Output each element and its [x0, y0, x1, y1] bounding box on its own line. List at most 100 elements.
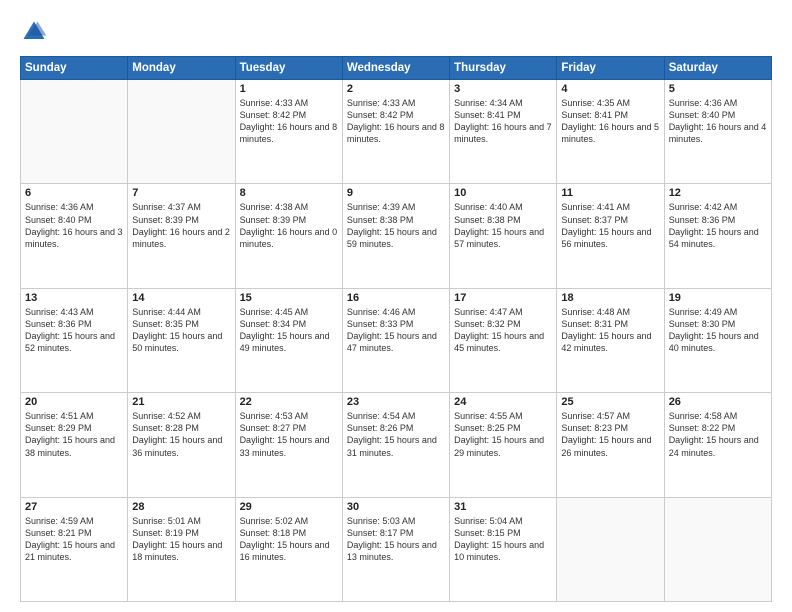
day-info: Sunrise: 4:33 AM Sunset: 8:42 PM Dayligh…: [240, 97, 338, 146]
day-info: Sunrise: 4:39 AM Sunset: 8:38 PM Dayligh…: [347, 201, 445, 250]
day-info: Sunrise: 4:48 AM Sunset: 8:31 PM Dayligh…: [561, 306, 659, 355]
day-number: 26: [669, 396, 767, 408]
day-info: Sunrise: 4:52 AM Sunset: 8:28 PM Dayligh…: [132, 410, 230, 459]
calendar-cell: 6 Sunrise: 4:36 AM Sunset: 8:40 PM Daylig…: [21, 184, 128, 288]
day-number: 19: [669, 292, 767, 304]
calendar-cell: 16 Sunrise: 4:46 AM Sunset: 8:33 PM Dayli…: [342, 288, 449, 392]
calendar-cell: [557, 497, 664, 601]
day-number: 11: [561, 187, 659, 199]
calendar-cell: 21 Sunrise: 4:52 AM Sunset: 8:28 PM Dayli…: [128, 393, 235, 497]
calendar-cell: 20 Sunrise: 4:51 AM Sunset: 8:29 PM Dayli…: [21, 393, 128, 497]
weekday-header-saturday: Saturday: [664, 57, 771, 80]
day-info: Sunrise: 4:55 AM Sunset: 8:25 PM Dayligh…: [454, 410, 552, 459]
day-info: Sunrise: 4:36 AM Sunset: 8:40 PM Dayligh…: [25, 201, 123, 250]
weekday-header-sunday: Sunday: [21, 57, 128, 80]
day-number: 15: [240, 292, 338, 304]
day-info: Sunrise: 4:38 AM Sunset: 8:39 PM Dayligh…: [240, 201, 338, 250]
day-info: Sunrise: 5:04 AM Sunset: 8:15 PM Dayligh…: [454, 515, 552, 564]
calendar-cell: 3 Sunrise: 4:34 AM Sunset: 8:41 PM Daylig…: [450, 80, 557, 184]
calendar-cell: 7 Sunrise: 4:37 AM Sunset: 8:39 PM Daylig…: [128, 184, 235, 288]
calendar-cell: [128, 80, 235, 184]
day-info: Sunrise: 4:41 AM Sunset: 8:37 PM Dayligh…: [561, 201, 659, 250]
day-info: Sunrise: 4:33 AM Sunset: 8:42 PM Dayligh…: [347, 97, 445, 146]
page: SundayMondayTuesdayWednesdayThursdayFrid…: [0, 0, 792, 612]
calendar-cell: 25 Sunrise: 4:57 AM Sunset: 8:23 PM Dayli…: [557, 393, 664, 497]
day-info: Sunrise: 4:40 AM Sunset: 8:38 PM Dayligh…: [454, 201, 552, 250]
day-info: Sunrise: 5:02 AM Sunset: 8:18 PM Dayligh…: [240, 515, 338, 564]
calendar-cell: 23 Sunrise: 4:54 AM Sunset: 8:26 PM Dayli…: [342, 393, 449, 497]
day-info: Sunrise: 4:49 AM Sunset: 8:30 PM Dayligh…: [669, 306, 767, 355]
calendar-header: SundayMondayTuesdayWednesdayThursdayFrid…: [21, 57, 772, 80]
day-number: 23: [347, 396, 445, 408]
day-number: 20: [25, 396, 123, 408]
day-info: Sunrise: 4:47 AM Sunset: 8:32 PM Dayligh…: [454, 306, 552, 355]
calendar-cell: 1 Sunrise: 4:33 AM Sunset: 8:42 PM Daylig…: [235, 80, 342, 184]
day-number: 25: [561, 396, 659, 408]
calendar-cell: 13Sunrise: 4:43 AM Sunset: 8:36 PM Dayli…: [21, 288, 128, 392]
day-number: 18: [561, 292, 659, 304]
day-number: 30: [347, 501, 445, 513]
calendar-cell: 24 Sunrise: 4:55 AM Sunset: 8:25 PM Dayli…: [450, 393, 557, 497]
calendar-cell: 2Sunrise: 4:33 AM Sunset: 8:42 PM Daylig…: [342, 80, 449, 184]
day-info: Sunrise: 5:03 AM Sunset: 8:17 PM Dayligh…: [347, 515, 445, 564]
day-info: Sunrise: 4:54 AM Sunset: 8:26 PM Dayligh…: [347, 410, 445, 459]
calendar-cell: 12 Sunrise: 4:42 AM Sunset: 8:36 PM Dayli…: [664, 184, 771, 288]
calendar-week-3: 20 Sunrise: 4:51 AM Sunset: 8:29 PM Dayli…: [21, 393, 772, 497]
day-number: 17: [454, 292, 552, 304]
day-number: 1: [240, 83, 338, 95]
calendar-cell: 11 Sunrise: 4:41 AM Sunset: 8:37 PM Dayli…: [557, 184, 664, 288]
calendar-table: SundayMondayTuesdayWednesdayThursdayFrid…: [20, 56, 772, 602]
day-info: Sunrise: 4:35 AM Sunset: 8:41 PM Dayligh…: [561, 97, 659, 146]
day-number: 9: [347, 187, 445, 199]
calendar-week-4: 27 Sunrise: 4:59 AM Sunset: 8:21 PM Dayli…: [21, 497, 772, 601]
day-number: 21: [132, 396, 230, 408]
day-number: 16: [347, 292, 445, 304]
header: [20, 18, 772, 46]
calendar-cell: 15 Sunrise: 4:45 AM Sunset: 8:34 PM Dayli…: [235, 288, 342, 392]
day-info: Sunrise: 4:45 AM Sunset: 8:34 PM Dayligh…: [240, 306, 338, 355]
day-number: 4: [561, 83, 659, 95]
weekday-header-wednesday: Wednesday: [342, 57, 449, 80]
day-number: 28: [132, 501, 230, 513]
calendar-week-1: 6 Sunrise: 4:36 AM Sunset: 8:40 PM Daylig…: [21, 184, 772, 288]
day-info: Sunrise: 4:42 AM Sunset: 8:36 PM Dayligh…: [669, 201, 767, 250]
day-info: Sunrise: 4:57 AM Sunset: 8:23 PM Dayligh…: [561, 410, 659, 459]
calendar-cell: [21, 80, 128, 184]
day-number: 12: [669, 187, 767, 199]
calendar-cell: 17 Sunrise: 4:47 AM Sunset: 8:32 PM Dayli…: [450, 288, 557, 392]
weekday-header-thursday: Thursday: [450, 57, 557, 80]
day-info: Sunrise: 5:01 AM Sunset: 8:19 PM Dayligh…: [132, 515, 230, 564]
weekday-header-monday: Monday: [128, 57, 235, 80]
day-number: 7: [132, 187, 230, 199]
calendar-cell: 31Sunrise: 5:04 AM Sunset: 8:15 PM Dayli…: [450, 497, 557, 601]
logo: [20, 18, 52, 46]
day-info: Sunrise: 4:46 AM Sunset: 8:33 PM Dayligh…: [347, 306, 445, 355]
day-number: 8: [240, 187, 338, 199]
calendar-cell: [664, 497, 771, 601]
day-info: Sunrise: 4:59 AM Sunset: 8:21 PM Dayligh…: [25, 515, 123, 564]
day-number: 27: [25, 501, 123, 513]
day-info: Sunrise: 4:58 AM Sunset: 8:22 PM Dayligh…: [669, 410, 767, 459]
day-info: Sunrise: 4:37 AM Sunset: 8:39 PM Dayligh…: [132, 201, 230, 250]
day-number: 13: [25, 292, 123, 304]
day-number: 5: [669, 83, 767, 95]
calendar-cell: 30 Sunrise: 5:03 AM Sunset: 8:17 PM Dayli…: [342, 497, 449, 601]
calendar-cell: 5Sunrise: 4:36 AM Sunset: 8:40 PM Daylig…: [664, 80, 771, 184]
weekday-header-tuesday: Tuesday: [235, 57, 342, 80]
day-number: 29: [240, 501, 338, 513]
day-info: Sunrise: 4:53 AM Sunset: 8:27 PM Dayligh…: [240, 410, 338, 459]
calendar-cell: 10 Sunrise: 4:40 AM Sunset: 8:38 PM Dayli…: [450, 184, 557, 288]
calendar-body: 1 Sunrise: 4:33 AM Sunset: 8:42 PM Daylig…: [21, 80, 772, 602]
calendar-cell: 19 Sunrise: 4:49 AM Sunset: 8:30 PM Dayli…: [664, 288, 771, 392]
day-number: 10: [454, 187, 552, 199]
day-number: 6: [25, 187, 123, 199]
day-number: 3: [454, 83, 552, 95]
calendar-cell: 22Sunrise: 4:53 AM Sunset: 8:27 PM Dayli…: [235, 393, 342, 497]
day-number: 24: [454, 396, 552, 408]
calendar-cell: 14Sunrise: 4:44 AM Sunset: 8:35 PM Dayli…: [128, 288, 235, 392]
calendar-cell: 29 Sunrise: 5:02 AM Sunset: 8:18 PM Dayli…: [235, 497, 342, 601]
weekday-row: SundayMondayTuesdayWednesdayThursdayFrid…: [21, 57, 772, 80]
calendar-cell: 26 Sunrise: 4:58 AM Sunset: 8:22 PM Dayli…: [664, 393, 771, 497]
day-info: Sunrise: 4:51 AM Sunset: 8:29 PM Dayligh…: [25, 410, 123, 459]
day-info: Sunrise: 4:34 AM Sunset: 8:41 PM Dayligh…: [454, 97, 552, 146]
